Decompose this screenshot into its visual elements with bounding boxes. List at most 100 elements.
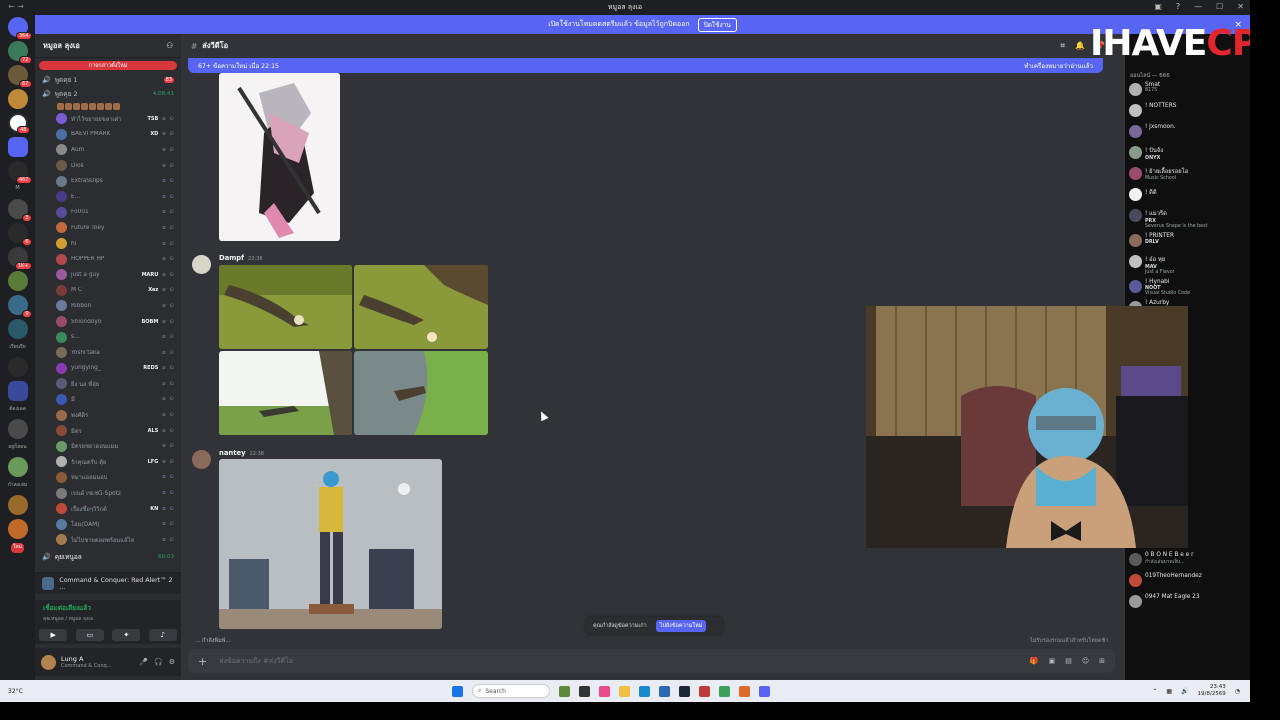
voice-member[interactable]: Future Toey ⌀ ⊙ — [35, 220, 181, 236]
server-header[interactable]: หมูอล ลุงเอ ⚇ — [35, 34, 181, 58]
windows-start-icon[interactable] — [452, 685, 463, 697]
voice-member[interactable]: มิตรยชยาดอนแมม ⌀ ⊙ — [35, 438, 181, 454]
voice-member[interactable]: Dios ⌀ ⊙ — [35, 158, 181, 174]
file-explorer-icon[interactable] — [619, 685, 630, 697]
avatar[interactable] — [56, 487, 67, 499]
bell-icon[interactable]: 🔔 — [1075, 41, 1085, 51]
avatar[interactable] — [56, 238, 67, 250]
app-icon[interactable] — [599, 685, 610, 697]
avatar[interactable] — [1129, 255, 1142, 268]
voice-member[interactable]: Ribbon ⌀ ⊙ — [35, 298, 181, 314]
server-icon[interactable] — [7, 419, 28, 439]
voice-channel[interactable]: 🔊 พูดคุย 1 83 — [35, 73, 181, 87]
message-image[interactable] — [354, 265, 488, 349]
voice-member[interactable]: E... ⌀ ⊙ — [35, 189, 181, 205]
server-icon[interactable]: 467 — [7, 161, 32, 184]
chat-member-row[interactable]: 0 B O N E B e e r กำลังเล่นบาดเจ็บ... — [1125, 550, 1250, 571]
message-image[interactable] — [354, 351, 488, 435]
message-author[interactable]: Dampf 22:36 — [219, 254, 263, 262]
chat-member-row[interactable]: ! PRINTER DRLV — [1125, 231, 1250, 252]
voice-member[interactable]: s... ⌀ ⊙ — [35, 329, 181, 345]
chat-member-row[interactable]: 019TheoHernandez — [1125, 571, 1250, 592]
apps-icon[interactable]: ⊞ — [1099, 657, 1105, 665]
voice-member[interactable]: Fo001 ⌀ ⊙ — [35, 205, 181, 221]
voice-member[interactable]: รักคุณตรับ ตุ้ย LFG ⌀ ⊙ — [35, 454, 181, 470]
voice-member[interactable]: HOPPER HP ⌀ ⊙ — [35, 251, 181, 267]
avatar[interactable] — [56, 378, 67, 390]
avatar[interactable] — [56, 471, 67, 483]
voice-channel[interactable]: 🔊 คุยเหนูอล 60:03 — [35, 550, 181, 564]
avatar[interactable] — [56, 253, 67, 265]
soundboard-button[interactable]: ♪ — [148, 629, 177, 641]
minimize-button[interactable]: — — [1194, 2, 1202, 11]
avatar[interactable] — [1129, 83, 1142, 96]
store-icon[interactable] — [659, 685, 670, 697]
voice-member[interactable]: yungying_ REDS ⌀ ⊙ — [35, 361, 181, 377]
server-icon[interactable] — [7, 319, 28, 339]
voice-member[interactable]: BAEVI PMARK XD ⌀ ⊙ — [35, 127, 181, 143]
server-icon[interactable] — [7, 271, 28, 291]
voice-member[interactable]: Yoshi'taka ⌀ ⊙ — [35, 345, 181, 361]
chat-member-row[interactable]: Smat 8175 — [1125, 80, 1250, 101]
mark-as-read-button[interactable]: ทำเครื่องหมายว่าอ่านแล้ว — [1024, 61, 1093, 71]
user-panel[interactable]: Lung A Command & Conq... 🎤 🎧 ⚙ — [35, 648, 181, 676]
avatar[interactable] — [1129, 553, 1142, 566]
voice-member[interactable]: โอม(OAM) ⌀ ⊙ — [35, 516, 181, 532]
chat-member-row[interactable]: ! Jxsmoon. — [1125, 122, 1250, 143]
avatar[interactable] — [56, 144, 67, 156]
maximize-button[interactable]: ☐ — [1216, 2, 1223, 11]
avatar[interactable] — [1129, 125, 1142, 138]
clock[interactable]: 23:43 19/8/2569 — [1198, 684, 1226, 698]
server-icon[interactable]: 67 — [7, 65, 32, 88]
avatar[interactable] — [56, 175, 67, 187]
avatar[interactable] — [56, 284, 67, 296]
chat-member-row[interactable]: ! อ๋อ หุย MAV Just a Flavor — [1125, 252, 1250, 277]
avatar[interactable] — [56, 160, 67, 172]
active-server-icon[interactable]: 48 — [7, 113, 30, 134]
task-view-icon[interactable] — [579, 685, 590, 697]
help-icon[interactable]: ? — [1176, 2, 1180, 11]
server-icon[interactable] — [7, 137, 28, 157]
message-image[interactable] — [219, 351, 352, 435]
add-member-icon[interactable]: ⚇ — [166, 41, 173, 50]
message-composer[interactable]: + ส่งข้อความถึง #ส่งวีดีโอ 🎁 ▣ ▤ ☺ ⊞ — [188, 649, 1115, 673]
attach-plus-icon[interactable]: + — [198, 655, 207, 668]
app-icon[interactable] — [739, 685, 750, 697]
avatar[interactable] — [56, 409, 67, 421]
server-icon[interactable] — [7, 381, 28, 401]
avatar[interactable] — [56, 440, 67, 452]
activities-button[interactable]: ✦ — [112, 629, 141, 641]
chat-member-row[interactable]: ! NOTTERS — [1125, 101, 1250, 122]
sticker-icon[interactable]: ▤ — [1065, 657, 1072, 665]
emoji-icon[interactable]: ☺ — [1082, 657, 1089, 665]
jump-to-present-button[interactable]: ไปยังข้อความใหม่ — [655, 619, 707, 632]
voice-member[interactable]: เรื่องชื่อๆวิวิกต์ KN ⌀ ⊙ — [35, 501, 181, 517]
voice-member[interactable]: เบนด์ เซเช่G-Spotz ⌀ ⊙ — [35, 485, 181, 501]
avatar[interactable] — [41, 654, 56, 670]
message-image[interactable] — [219, 459, 442, 629]
avatar[interactable] — [56, 393, 67, 405]
chrome-icon[interactable] — [719, 685, 730, 697]
server-icon[interactable]: 9 — [7, 295, 32, 318]
back-forward-icon[interactable]: ← → — [8, 2, 24, 11]
app-icon[interactable] — [699, 685, 710, 697]
chat-member-row[interactable]: ! ดิดิ — [1125, 185, 1250, 206]
server-icon[interactable] — [7, 357, 28, 377]
close-window-button[interactable]: ✕ — [1237, 2, 1244, 11]
chat-member-row[interactable]: ! ย้ายเลื้อยรอยโอ Music School — [1125, 164, 1250, 185]
notification-icon[interactable]: ◔ — [1235, 688, 1240, 695]
gift-icon[interactable]: 🎁 — [1030, 657, 1039, 665]
voice-member[interactable]: ExtraSDips ⌀ ⊙ — [35, 173, 181, 189]
taskbar-search[interactable]: ⌕ Search — [472, 684, 550, 698]
threads-icon[interactable]: ⌗ — [1061, 41, 1066, 51]
microphone-icon[interactable]: 🎤 — [139, 658, 148, 666]
inbox-icon[interactable]: ▣ — [1154, 2, 1162, 11]
voice-member[interactable]: ไม่ไปชายตลดพร้อมแล้ไห ⌀ ⊙ — [35, 532, 181, 548]
avatar[interactable] — [56, 503, 67, 515]
voice-connected-channel[interactable]: คุยเหนูอล / หมูอล ลุงเอ — [43, 615, 173, 623]
avatar[interactable] — [56, 128, 67, 140]
server-icon[interactable] — [7, 457, 28, 477]
voice-member[interactable]: มิตร ALS ⌀ ⊙ — [35, 423, 181, 439]
server-icon[interactable]: 3 — [7, 199, 32, 222]
voice-member[interactable]: พงศ์ดิร ⌀ ⊙ — [35, 407, 181, 423]
